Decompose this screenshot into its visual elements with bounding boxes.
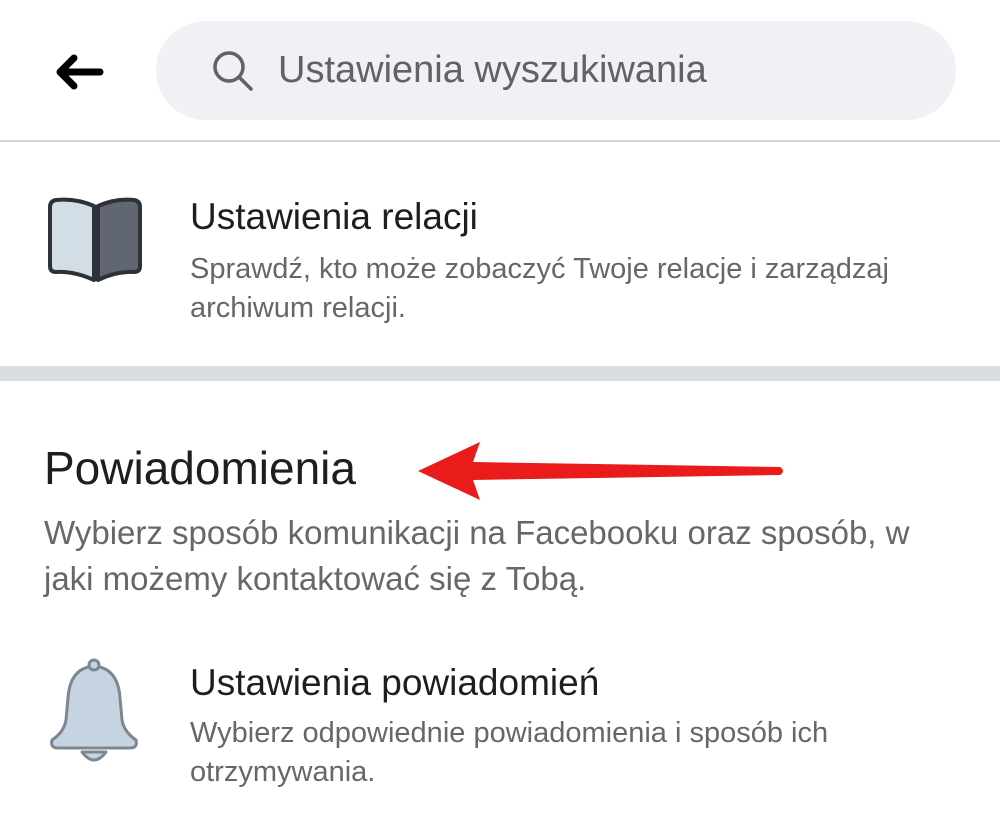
search-bar[interactable] — [156, 21, 956, 120]
notification-settings-description: Wybierz odpowiednie powiadomienia i spos… — [190, 717, 829, 788]
settings-page: Ustawienia relacji Sprawdź, kto może zob… — [0, 0, 1000, 834]
notifications-section-title: Powiadomienia — [44, 442, 356, 494]
annotation-arrow — [418, 442, 783, 500]
back-button[interactable] — [46, 44, 110, 100]
back-arrow-icon — [56, 54, 104, 90]
stories-settings-row[interactable]: Ustawienia relacji Sprawdź, kto może zob… — [0, 142, 1000, 366]
stories-settings-title: Ustawienia relacji — [190, 196, 478, 237]
search-icon — [213, 50, 253, 91]
top-bar — [0, 0, 1000, 140]
stories-settings-description: Sprawdź, kto może zobaczyć Twoje relacje… — [190, 253, 889, 324]
notification-settings-row[interactable]: Ustawienia powiadomień Wybierz odpowiedn… — [0, 640, 1000, 820]
section-divider — [0, 366, 1000, 381]
notifications-section-description: Wybierz sposób komunikacji na Facebooku … — [44, 514, 910, 597]
bell-icon — [50, 658, 138, 762]
search-input[interactable] — [278, 49, 918, 92]
book-icon — [48, 197, 142, 282]
notification-settings-title: Ustawienia powiadomień — [190, 662, 600, 703]
